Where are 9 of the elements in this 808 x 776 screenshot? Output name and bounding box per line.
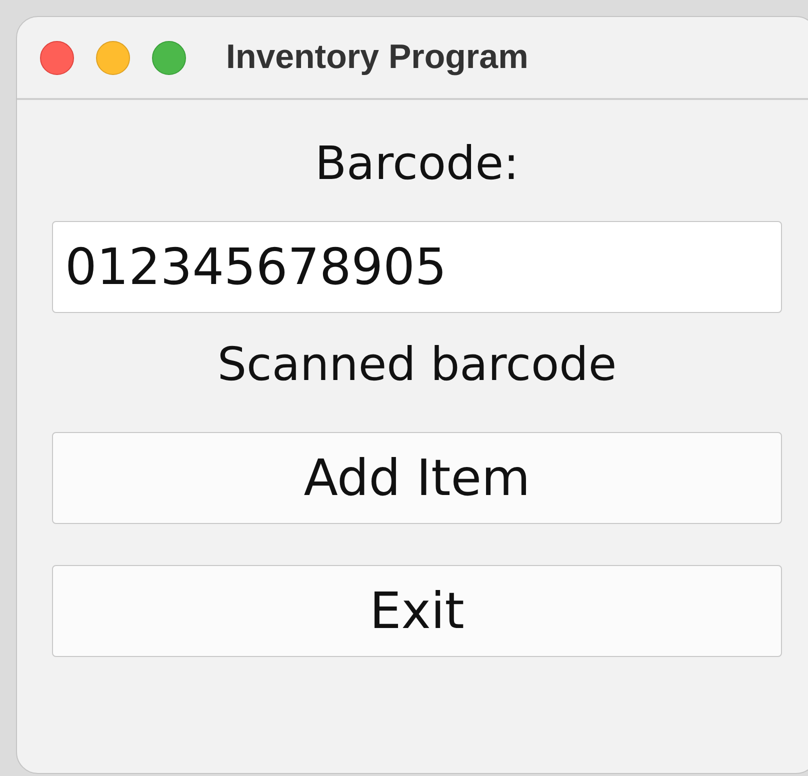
status-text: Scanned barcode (217, 337, 617, 392)
zoom-button[interactable] (152, 40, 186, 74)
barcode-label: Barcode: (314, 136, 520, 192)
exit-button[interactable]: Exit (52, 565, 782, 658)
close-button[interactable] (40, 40, 74, 74)
minimize-button[interactable] (96, 40, 130, 74)
barcode-input-field[interactable]: 012345678905 (52, 221, 782, 314)
window-title: Inventory Program (226, 38, 528, 77)
add-item-button[interactable]: Add Item (52, 432, 782, 524)
